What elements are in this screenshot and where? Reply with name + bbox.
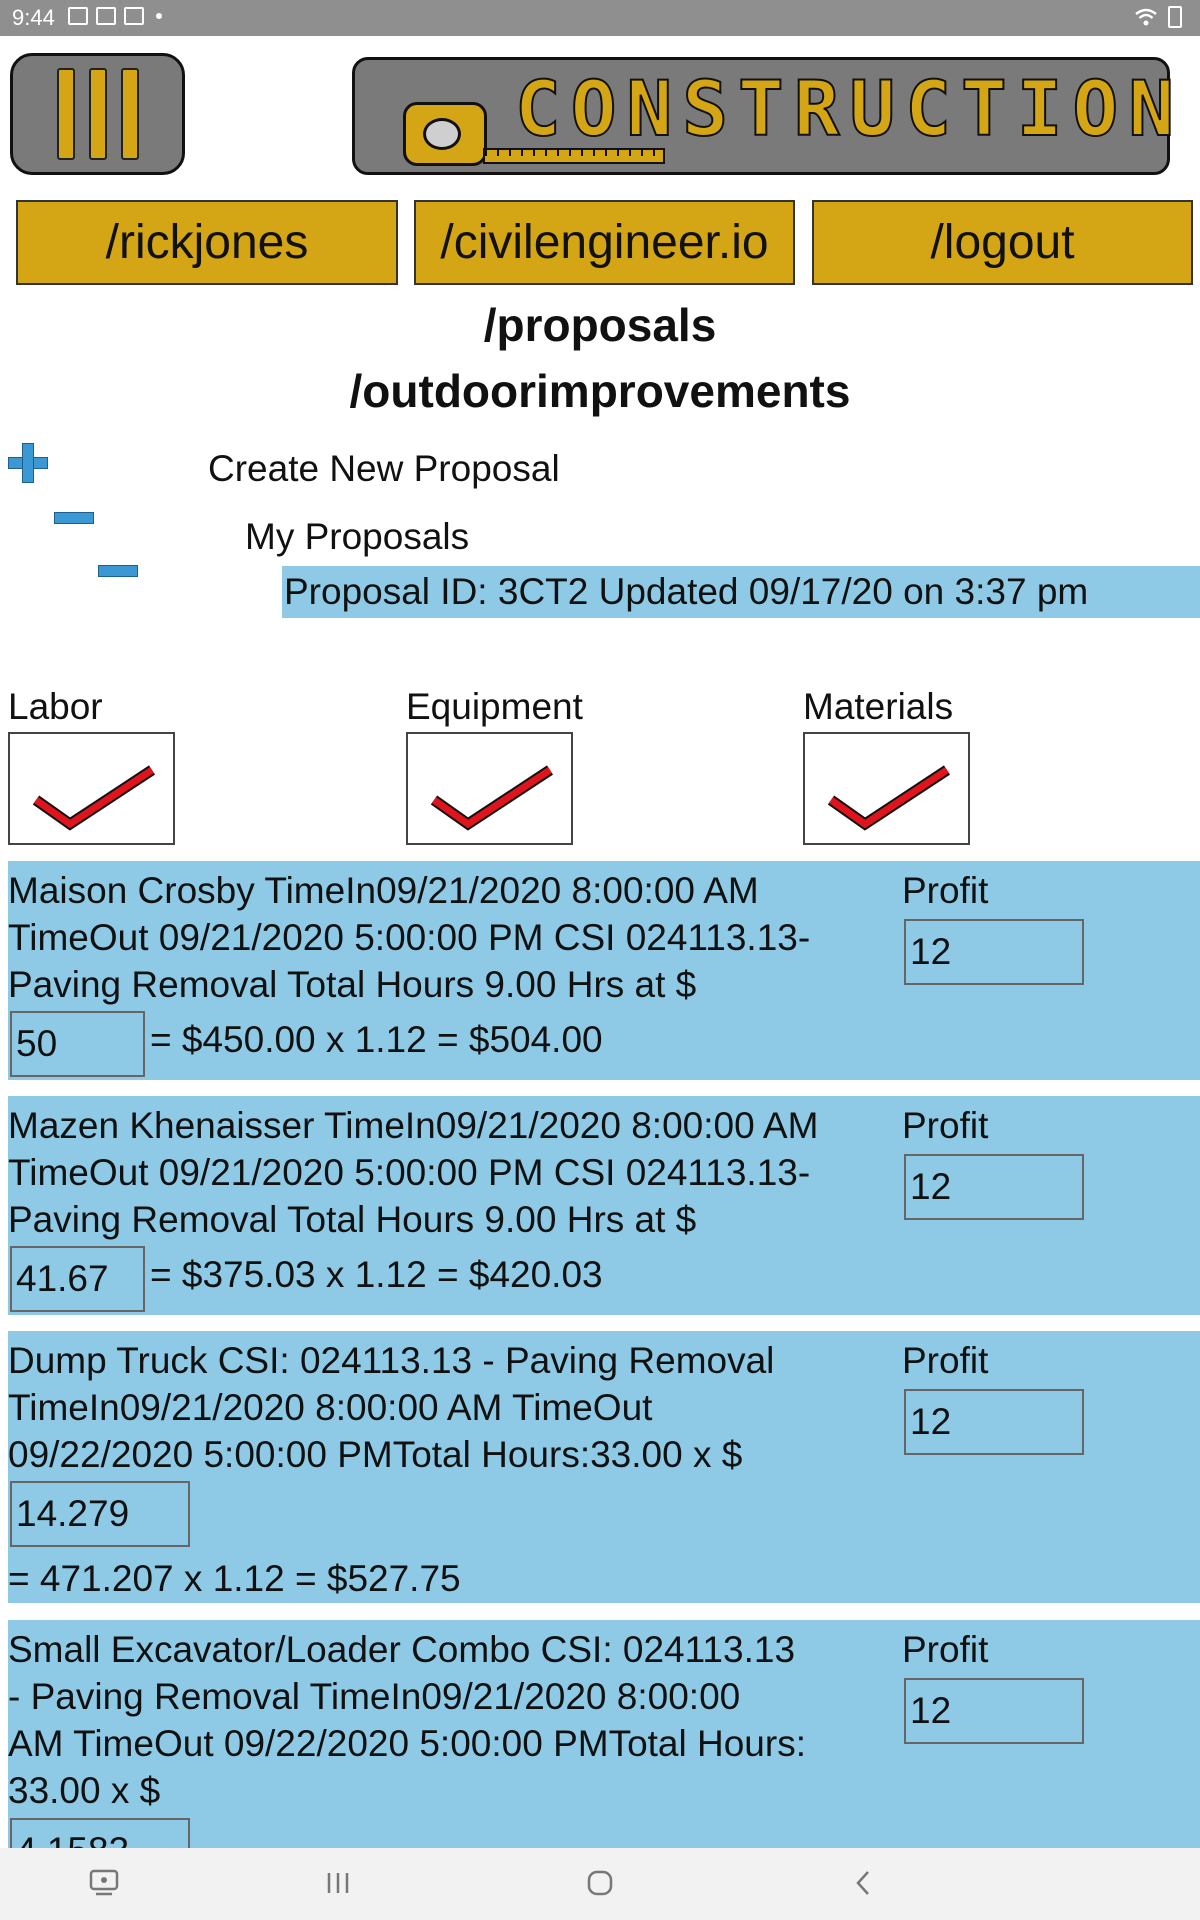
notification-icons: [68, 7, 162, 25]
menu-bar-icon: [120, 68, 139, 160]
checkmark-icon: [430, 765, 554, 831]
equipment-entry-card: Small Excavator/Loader Combo CSI: 024113…: [8, 1620, 1200, 1848]
entry-description: Small Excavator/Loader Combo CSI: 024113…: [8, 1629, 806, 1811]
equipment-checkbox[interactable]: [406, 732, 573, 845]
construction-logo[interactable]: CONSTRUCTION: [352, 57, 1175, 175]
entry-description: Dump Truck CSI: 024113.13 - Paving Remov…: [8, 1340, 775, 1475]
profit-label: Profit: [902, 1629, 989, 1670]
entry-total: = $375.03 x 1.12 = $420.03: [150, 1254, 603, 1295]
recent-apps-icon[interactable]: [323, 1870, 353, 1896]
rate-input[interactable]: 4.1583: [10, 1818, 190, 1848]
entry-description: Mazen Khenaisser TimeIn09/21/2020 8:00:0…: [8, 1105, 819, 1240]
plus-icon[interactable]: [8, 443, 48, 483]
labor-label: Labor: [8, 686, 103, 727]
labor-entry-card: Mazen Khenaisser TimeIn09/21/2020 8:00:0…: [8, 1096, 1200, 1315]
labor-entry-card: Maison Crosby TimeIn09/21/2020 8:00:00 A…: [8, 861, 1200, 1080]
wifi-icon: [1135, 8, 1157, 26]
nav-logout-button[interactable]: /logout: [812, 200, 1193, 285]
rate-input[interactable]: 50: [10, 1011, 145, 1077]
profit-label: Profit: [902, 1340, 989, 1381]
minus-icon[interactable]: [98, 565, 138, 577]
status-bar: 9:44: [0, 0, 1200, 36]
materials-label: Materials: [803, 686, 954, 727]
rate-input[interactable]: 41.67: [10, 1246, 145, 1312]
keyboard-toggle-icon[interactable]: [88, 1868, 120, 1898]
bag-notification-icon: [96, 7, 116, 25]
entry-total: = $450.00 x 1.12 = $504.00: [150, 1019, 603, 1060]
menu-bar-icon: [56, 68, 75, 160]
system-nav-bar: [0, 1848, 1200, 1920]
equipment-label: Equipment: [406, 686, 583, 727]
status-time: 9:44: [12, 5, 55, 30]
page-title-proposals: /proposals: [483, 299, 717, 351]
rate-input[interactable]: 14.279: [10, 1481, 190, 1547]
materials-checkbox[interactable]: [803, 732, 970, 845]
profit-label: Profit: [902, 1105, 989, 1146]
menu-button[interactable]: [10, 53, 185, 175]
entry-total: = 471.207 x 1.12 = $527.75: [8, 1558, 461, 1599]
mail-notification-icon: [124, 7, 144, 25]
tape-measure-icon: [403, 102, 487, 168]
entry-description: Maison Crosby TimeIn09/21/2020 8:00:00 A…: [8, 870, 811, 1005]
logo-text: CONSTRUCTION: [514, 63, 1185, 154]
back-icon[interactable]: [852, 1868, 876, 1898]
equipment-entry-card: Dump Truck CSI: 024113.13 - Paving Remov…: [8, 1331, 1200, 1603]
page-title-category: /outdoorimprovements: [349, 365, 851, 417]
my-proposals-link[interactable]: My Proposals: [245, 516, 469, 558]
proposal-item[interactable]: Proposal ID: 3CT2 Updated 09/17/20 on 3:…: [282, 566, 1200, 618]
profit-input[interactable]: 12: [904, 919, 1084, 985]
nav-site-button[interactable]: /civilengineer.io: [414, 200, 795, 285]
nav-user-button[interactable]: /rickjones: [16, 200, 398, 285]
battery-icon: [1168, 6, 1182, 28]
home-icon[interactable]: [585, 1868, 615, 1898]
menu-bar-icon: [88, 68, 107, 160]
create-proposal-link[interactable]: Create New Proposal: [208, 448, 560, 490]
checkmark-icon: [32, 765, 156, 831]
profit-input[interactable]: 12: [904, 1389, 1084, 1455]
image-notification-icon: [68, 7, 88, 25]
status-right: [1134, 6, 1182, 28]
labor-checkbox[interactable]: [8, 732, 175, 845]
more-notifications-icon: [156, 13, 162, 19]
minus-icon[interactable]: [54, 512, 94, 524]
profit-input[interactable]: 12: [904, 1678, 1084, 1744]
profit-label: Profit: [902, 870, 989, 911]
checkmark-icon: [827, 765, 951, 831]
profit-input[interactable]: 12: [904, 1154, 1084, 1220]
